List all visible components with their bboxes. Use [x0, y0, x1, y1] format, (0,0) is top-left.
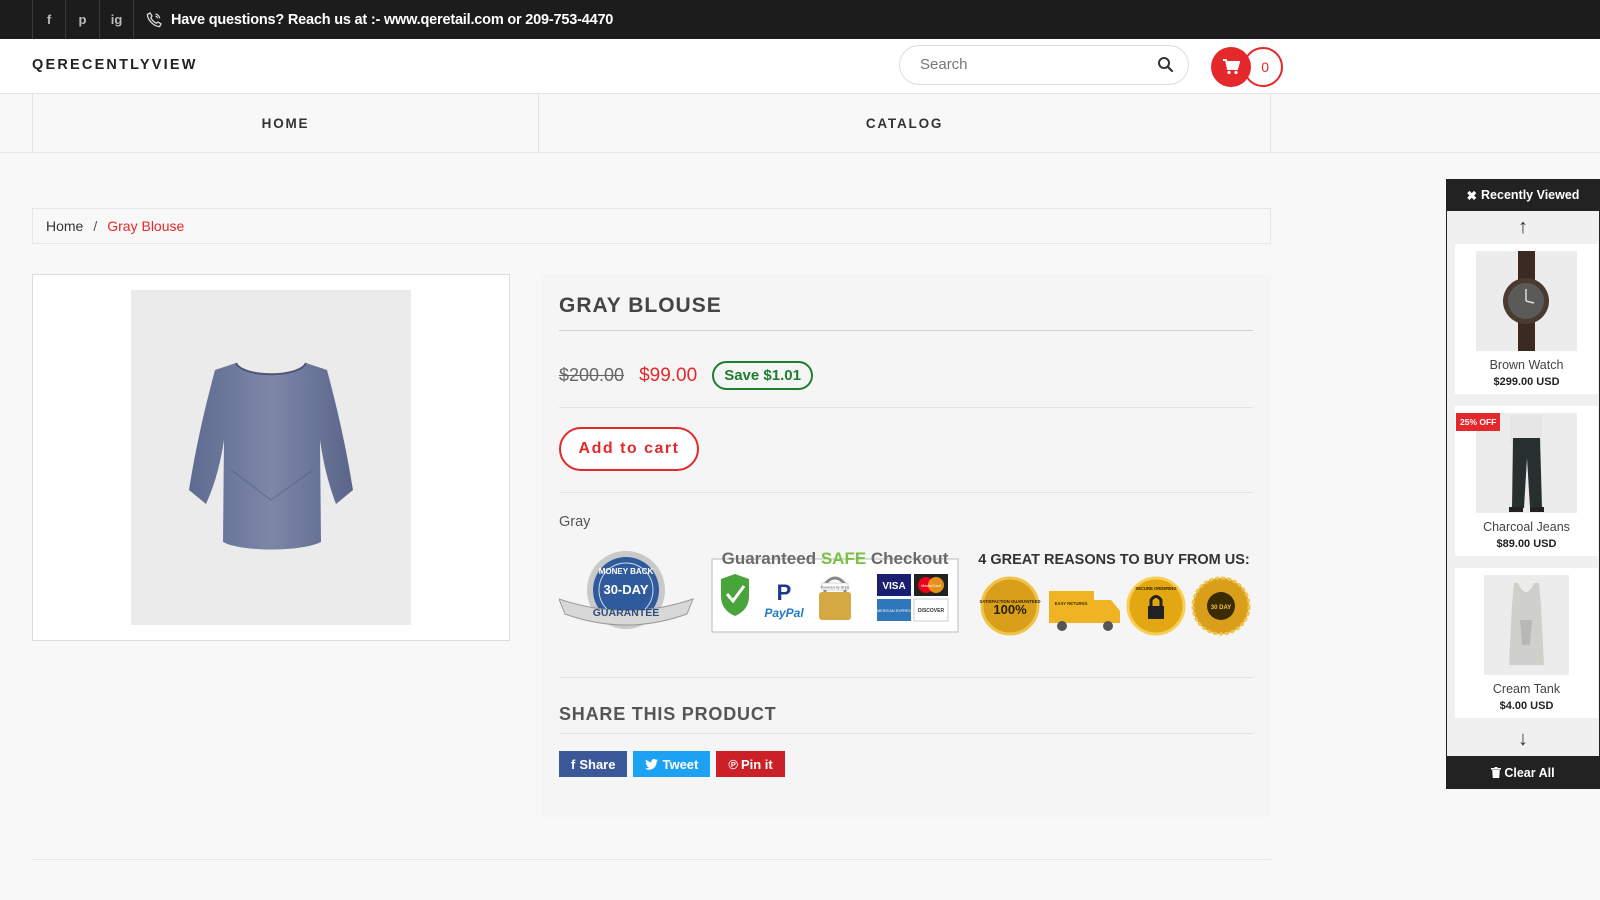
search-box: [899, 45, 1189, 85]
thirty-day-seal-text: 30 DAY: [1211, 605, 1231, 611]
safe-checkout-badge: Guaranteed SAFE Checkout P PayPal Powere…: [711, 549, 959, 633]
product-image-frame: [32, 274, 510, 641]
recent-item[interactable]: Brown Watch $299.00 USD: [1455, 244, 1598, 394]
easy-returns-text: EASY RETURNS: [1055, 601, 1088, 606]
facebook-icon[interactable]: f: [32, 0, 66, 39]
product-image[interactable]: [131, 290, 411, 625]
site-logo[interactable]: QERECENTLYVIEW: [32, 57, 198, 73]
pinterest-glyph: p: [78, 12, 87, 27]
breadcrumb-separator: /: [93, 218, 98, 234]
mastercard-text: MasterCard: [921, 584, 941, 588]
pinterest-icon: ℗: [728, 756, 738, 772]
footer-divider: [32, 859, 1271, 860]
contact-text: Have questions? Reach us at :- www.qeret…: [171, 11, 614, 28]
breadcrumb: Home / Gray Blouse: [32, 208, 1271, 244]
secure-ordering-text: SECURE ORDERING: [1135, 586, 1176, 591]
breadcrumb-current: Gray Blouse: [107, 218, 185, 234]
product-info: GRAY BLOUSE $200.00 $99.00 Save $1.01 Ad…: [541, 274, 1271, 817]
top-bar: f p ig Have questions? Reach us at :- ww…: [0, 0, 1600, 39]
cart-button[interactable]: 0: [1211, 47, 1283, 87]
recent-item[interactable]: Cream Tank $4.00 USD: [1455, 568, 1598, 718]
price-row: $200.00 $99.00 Save $1.01: [559, 361, 813, 390]
safe-checkout-title: Guaranteed SAFE Checkout: [722, 549, 949, 568]
facebook-glyph: f: [46, 12, 52, 27]
facebook-icon: f: [571, 756, 576, 772]
tweet-label: Tweet: [662, 756, 699, 772]
main-nav: HOME CATALOG: [0, 94, 1600, 153]
add-to-cart-button[interactable]: Add to cart: [559, 427, 699, 471]
header: QERECENTLYVIEW 0: [0, 39, 1600, 94]
recent-item[interactable]: 25% OFF Charcoal Jeans $89.00 USD: [1455, 406, 1598, 556]
svg-text:P: P: [777, 580, 792, 605]
save-badge: Save $1.01: [712, 361, 813, 390]
twitter-tweet-button[interactable]: Tweet: [633, 751, 711, 777]
breadcrumb-home[interactable]: Home: [46, 218, 83, 234]
recent-item-image: [1484, 575, 1569, 675]
instagram-icon[interactable]: ig: [100, 0, 134, 39]
visa-text: VISA: [882, 581, 905, 592]
price-divider: [559, 407, 1253, 408]
recently-viewed-title: Recently Viewed: [1481, 188, 1580, 202]
money-back-text: MONEY BACK: [599, 567, 654, 576]
recent-item-name: Cream Tank: [1492, 682, 1561, 696]
guarantee-text: GUARANTEE: [593, 607, 660, 619]
variant-label: Gray: [559, 514, 591, 530]
recent-item-price: $4.00 USD: [1499, 700, 1554, 712]
reasons-title: 4 GREAT REASONS TO BUY FROM US:: [978, 552, 1250, 568]
recently-viewed-panel: ✖ Recently Viewed ↑ Brown Watch $299.00 …: [1446, 179, 1600, 789]
recent-item-price: $89.00 USD: [1496, 538, 1557, 550]
stripe-text: Powered by stripe: [821, 586, 850, 590]
badges-divider: [559, 677, 1253, 678]
recent-item-image: [1476, 251, 1577, 351]
arrow-down-icon[interactable]: ↓: [1447, 723, 1599, 756]
search-input[interactable]: [920, 56, 1140, 73]
share-title: SHARE THIS PRODUCT: [559, 704, 777, 724]
pinterest-icon[interactable]: p: [66, 0, 100, 39]
recently-viewed-header[interactable]: ✖ Recently Viewed: [1446, 179, 1600, 211]
trash-icon: [1491, 767, 1502, 778]
trust-badges-graphic: MONEY BACK 30-DAY GUARANTEE Guaranteed S…: [558, 549, 1251, 636]
discount-badge: 25% OFF: [1456, 413, 1501, 431]
discover-text: DISCOVER: [918, 608, 945, 614]
phone-icon: [146, 11, 162, 27]
recently-viewed-list: ↑ Brown Watch $299.00 USD 25% OFF Charco…: [1447, 211, 1599, 756]
pin-label: Pin it: [740, 756, 773, 772]
instagram-glyph: ig: [110, 12, 123, 27]
sale-price: $99.00: [639, 364, 698, 386]
trust-badges: MONEY BACK 30-DAY GUARANTEE Guaranteed S…: [558, 544, 1253, 644]
thirty-day-text: 30-DAY: [603, 582, 648, 597]
product-title: GRAY BLOUSE: [559, 294, 722, 317]
cart-icon: [1211, 47, 1251, 87]
twitter-icon: [645, 758, 659, 770]
arrow-up-icon[interactable]: ↑: [1447, 211, 1599, 244]
compare-price: $200.00: [559, 365, 625, 385]
recent-item-price: $299.00 USD: [1493, 376, 1560, 388]
search-icon[interactable]: [1157, 56, 1174, 73]
four-reasons-badge: 4 GREAT REASONS TO BUY FROM US: SATISFAC…: [978, 552, 1251, 636]
clear-all-label: Clear All: [1504, 765, 1555, 780]
hundred-percent-text: 100%: [993, 602, 1027, 617]
blouse-illustration: [189, 362, 353, 550]
amex-text: AMERICAN EXPRESS: [874, 609, 914, 613]
paypal-text: PayPal: [764, 606, 804, 620]
close-icon[interactable]: ✖: [1467, 188, 1477, 203]
recent-item-name: Charcoal Jeans: [1483, 520, 1570, 534]
facebook-share-button[interactable]: f Share: [559, 751, 628, 777]
money-back-badge: MONEY BACK 30-DAY GUARANTEE: [558, 551, 694, 629]
pinterest-pin-button[interactable]: ℗ Pin it: [716, 751, 785, 777]
contact-message: Have questions? Reach us at :- www.qeret…: [146, 12, 613, 28]
recent-item-name: Brown Watch: [1489, 358, 1564, 372]
share-buttons: f Share Tweet ℗ Pin it: [559, 751, 791, 777]
share-label: Share: [579, 756, 616, 772]
cart-divider: [559, 492, 1253, 493]
title-divider: [559, 330, 1253, 331]
share-divider: [559, 733, 1253, 734]
nav-item-catalog[interactable]: CATALOG: [539, 94, 1271, 153]
clear-all-button[interactable]: Clear All: [1446, 756, 1600, 789]
nav-item-home[interactable]: HOME: [32, 94, 539, 153]
